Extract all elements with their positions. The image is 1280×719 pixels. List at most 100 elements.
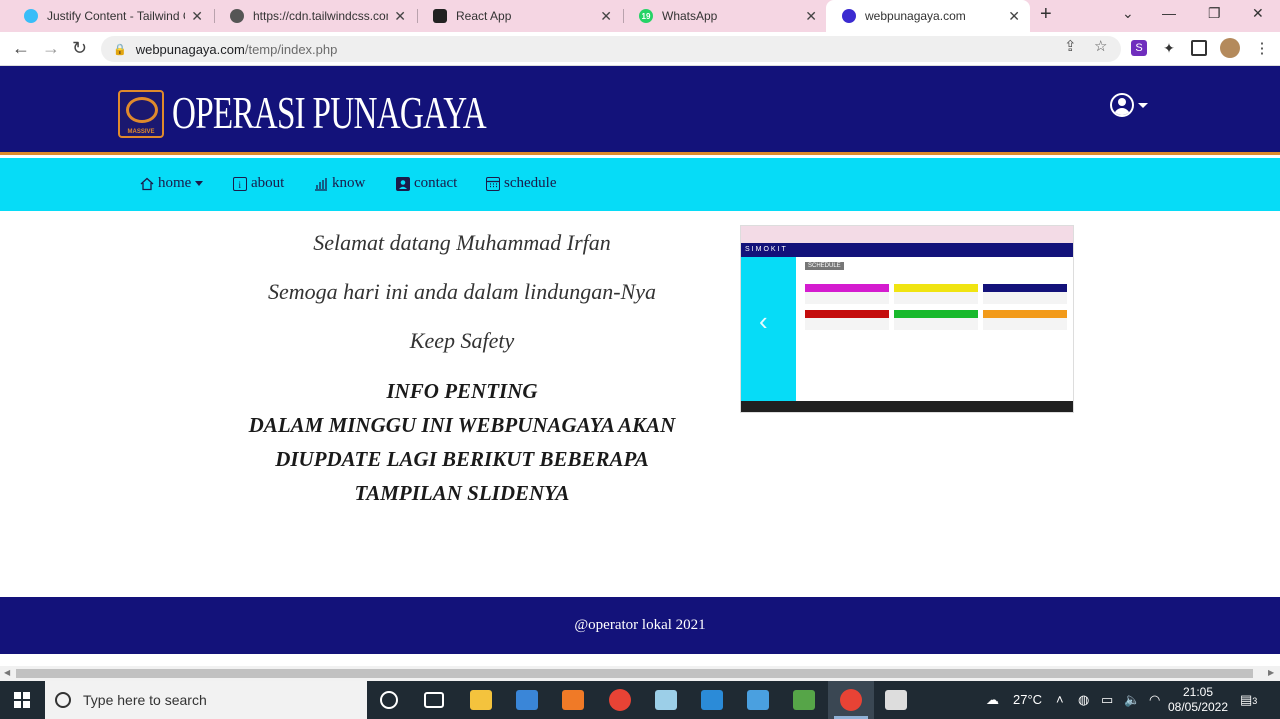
site-title: OPERASI PUNAGAYA [172,87,487,138]
notification-icon[interactable]: ▤3 [1240,692,1257,708]
nav-know[interactable]: know [314,175,365,192]
info-line: INFO PENTING [386,379,538,403]
cortana-icon[interactable] [380,691,398,709]
app-icon[interactable] [885,690,907,710]
search-icon [55,692,71,708]
vscode-icon[interactable] [701,690,723,710]
taskbar-search-input[interactable]: Type here to search [45,681,367,719]
slide-heading: SCHEDULE [805,262,844,270]
tab-search-chevron-icon[interactable]: ⌄ [1122,5,1134,22]
slide-card [894,284,978,304]
globe-icon [230,9,244,23]
chart-icon [314,177,328,191]
close-icon[interactable]: ✕ [191,8,203,25]
user-icon [1110,93,1134,117]
tab-tailwind-justify[interactable]: Justify Content - Tailwind CSS ✕ [8,0,213,32]
file-explorer-icon[interactable] [470,690,492,710]
xampp-icon[interactable] [562,690,584,710]
nav-about[interactable]: i about [233,175,284,192]
slide-browser-tabs [741,226,1073,243]
contact-icon [396,176,410,191]
notes-icon[interactable] [655,690,677,710]
nav-schedule[interactable]: schedule [486,175,556,192]
network-icon[interactable]: ◍ [1078,692,1089,708]
slide-sidebar [741,257,796,402]
minimize-icon[interactable]: — [1162,5,1176,21]
image-carousel[interactable]: SIMOKIT SCHEDULE ‹ [740,225,1074,413]
task-view-icon[interactable] [424,692,444,708]
weather-temp[interactable]: 27°C [1013,692,1042,707]
calendar-icon [486,176,500,191]
battery-icon[interactable]: ▭ [1101,692,1113,708]
chrome-icon[interactable] [609,689,631,711]
side-panel-icon[interactable] [1191,40,1207,56]
taskbar-clock[interactable]: 21:05 08/05/2022 [1166,685,1230,715]
greeting-text: Selamat datang Muhammad Irfan [313,230,611,255]
caret-down-icon [195,181,204,186]
tab-react-app[interactable]: React App ✕ [417,0,622,32]
bookmark-star-icon[interactable]: ☆ [1094,37,1107,55]
slide-card [983,284,1067,304]
lock-icon: 🔒 [113,43,127,56]
carousel-prev-chevron-icon[interactable]: ‹ [759,306,768,337]
store-icon[interactable] [516,690,538,710]
nav-contact[interactable]: contact [396,175,457,192]
slide-card [805,310,889,330]
logo-ring-icon [126,97,158,123]
caret-down-icon [1138,102,1148,108]
user-menu-dropdown[interactable] [1110,93,1148,117]
tailwind-icon [24,9,38,23]
slide-card [894,310,978,330]
profile-avatar[interactable] [1220,38,1240,58]
restore-icon[interactable]: ❐ [1208,5,1221,22]
info-icon: i [233,176,247,191]
forward-arrow-icon[interactable]: → [42,38,60,59]
address-bar[interactable]: 🔒 webpunagaya.com/temp/index.php [101,36,1121,62]
site-header: MASSIVE OPERASI PUNAGAYA [0,66,1280,155]
new-tab-button[interactable]: + [1040,3,1052,26]
extension-s-icon[interactable]: S [1131,40,1147,56]
tab-webpunagaya[interactable]: webpunagaya.com ✕ [826,0,1030,32]
info-line: TAMPILAN SLIDENYA [354,481,570,505]
tab-whatsapp[interactable]: 19 WhatsApp ✕ [623,0,827,32]
mail-icon[interactable] [747,690,769,710]
weather-cloud-icon[interactable]: ☁ [986,692,999,708]
close-icon[interactable]: ✕ [600,8,612,25]
logo[interactable]: MASSIVE [118,90,164,138]
tray-chevron-up-icon[interactable]: ˄ [1056,692,1064,707]
extensions-puzzle-icon[interactable]: ✦ [1161,40,1177,56]
slide-card [805,284,889,304]
windows-taskbar: Type here to search ☁ 27°C ˄ ◍ ▭ 🔈 ◠ 21:… [0,681,1280,719]
close-icon[interactable]: ✕ [805,8,817,25]
more-menu-icon[interactable]: ⋮ [1254,40,1270,57]
close-icon[interactable]: ✕ [394,8,406,25]
info-line: DIUPDATE LAGI BERIKUT BEBERAPA [275,447,649,471]
nav-home[interactable]: home [140,175,204,192]
slide-taskbar [741,401,1073,412]
close-icon[interactable]: ✕ [1008,8,1020,25]
back-arrow-icon[interactable]: ← [12,38,30,59]
tab-tailwind-cdn[interactable]: https://cdn.tailwindcss.com/3 ✕ [214,0,416,32]
windows-start-icon[interactable] [14,692,30,708]
share-icon[interactable]: ⇪ [1064,37,1077,55]
site-footer: @operator lokal 2021 [0,597,1280,654]
volume-icon[interactable]: 🔈 [1124,692,1140,708]
git-icon[interactable] [793,690,815,710]
browser-tab-strip: Justify Content - Tailwind CSS ✕ https:/… [0,0,1280,32]
scroll-left-icon[interactable]: ◀ [4,668,10,677]
site-nav: home i about know contact schedule [0,158,1280,211]
blessing-text: Semoga hari ini anda dalam lindungan-Nya [267,279,657,304]
slide-card [983,310,1067,330]
scroll-right-icon[interactable]: ▶ [1268,668,1274,677]
wifi-icon[interactable]: ◠ [1149,692,1160,708]
react-icon [433,9,447,23]
chrome-active-icon[interactable] [840,689,862,711]
reload-icon[interactable]: ↻ [72,38,87,59]
safety-text: Keep Safety [409,328,515,353]
scrollbar-thumb[interactable] [16,669,1253,678]
info-line: DALAM MINGGU INI WEBPUNAGAYA AKAN [248,413,676,437]
horizontal-scrollbar[interactable]: ◀ ▶ [0,666,1280,681]
svg-text:i: i [239,180,242,190]
site-icon [842,9,856,23]
window-close-icon[interactable]: ✕ [1252,5,1264,22]
